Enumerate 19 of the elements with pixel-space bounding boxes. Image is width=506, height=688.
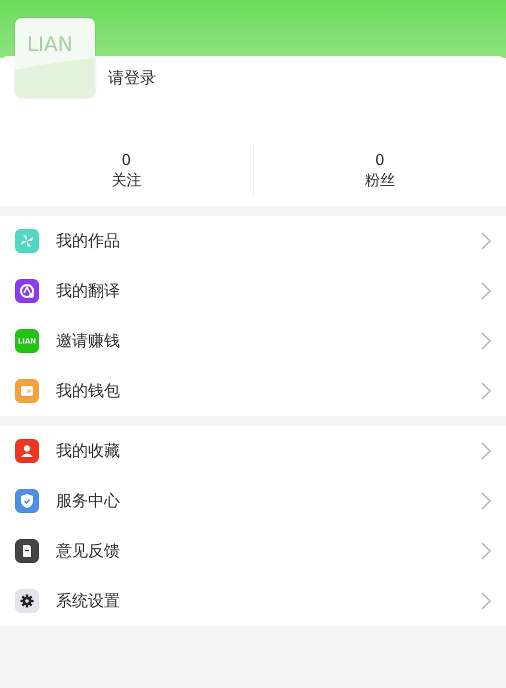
- menu-item[interactable]: 我的翻译: [0, 266, 506, 316]
- chevron-right-icon: [481, 382, 491, 400]
- login-link[interactable]: 请登录: [108, 68, 156, 89]
- stat-item[interactable]: 0 关注: [0, 150, 252, 190]
- chevron-right-icon: [481, 232, 491, 250]
- menu-item[interactable]: 我的收藏: [0, 426, 506, 476]
- menu-item[interactable]: 意见反馈: [0, 526, 506, 576]
- chevron-right-icon: [481, 542, 491, 560]
- chevron-right-icon: [481, 592, 491, 610]
- stat-item[interactable]: 0 粉丝: [254, 150, 506, 190]
- chevron-right-icon: [481, 442, 491, 460]
- chevron-right-icon: [481, 492, 491, 510]
- menu-item[interactable]: 服务中心: [0, 476, 506, 526]
- menu-item[interactable]: 我的作品: [0, 216, 506, 266]
- chevron-right-icon: [481, 332, 491, 350]
- chevron-right-icon: [481, 282, 491, 300]
- menu-item[interactable]: 系统设置: [0, 576, 506, 626]
- menu-item[interactable]: 我的钱包: [0, 366, 506, 416]
- avatar-logo-text: LIAN: [27, 34, 73, 54]
